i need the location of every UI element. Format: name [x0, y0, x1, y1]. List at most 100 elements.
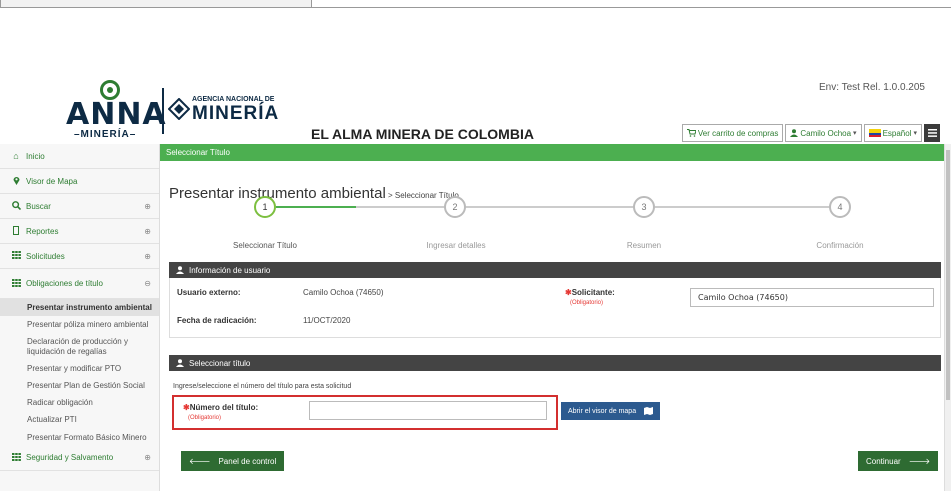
- chevron-down-icon: ▾: [853, 130, 857, 137]
- sidebar-subitem-formato-basico[interactable]: Presentar Formato Básico Minero: [0, 429, 159, 446]
- cart-icon: [686, 129, 696, 137]
- step-2-label: Ingresar detalles: [426, 241, 486, 250]
- menu-button[interactable]: [924, 124, 940, 142]
- sidebar: ⌂ Inicio Visor de Mapa Buscar ⊕ Reportes…: [0, 144, 160, 491]
- sidebar-item-seguridad[interactable]: Seguridad y Salvamento ⊕: [0, 446, 159, 471]
- stepper-line: [356, 206, 456, 208]
- map-pin-icon: [11, 176, 21, 187]
- expand-icon[interactable]: ⊕: [144, 202, 151, 211]
- top-window-fragment: [0, 0, 312, 8]
- sidebar-item-inicio[interactable]: ⌂ Inicio: [0, 144, 159, 169]
- cart-button[interactable]: Ver carrito de compras: [681, 124, 784, 142]
- language-select[interactable]: Español ▾: [863, 124, 922, 142]
- user-menu-label: Camilo Ochoa: [800, 128, 852, 138]
- home-icon: ⌂: [13, 151, 19, 161]
- sidebar-item-label: Buscar: [26, 201, 51, 211]
- stepper-line-done: [276, 206, 356, 208]
- page-scrollbar[interactable]: [944, 144, 951, 491]
- site-slogan: EL ALMA MINERA DE COLOMBIA: [311, 126, 534, 142]
- sidebar-item-label: Seguridad y Salvamento: [26, 453, 114, 463]
- date-value: 11/OCT/2020: [303, 316, 351, 325]
- title-panel: Ingrese/seleccione el número del título …: [169, 371, 941, 431]
- agency-logo-small: AGENCIA NACIONAL DE: [192, 96, 275, 103]
- anna-logo-word: ANNA: [66, 97, 167, 132]
- header-buttons: Ver carrito de compras Camilo Ochoa ▾ Es…: [681, 124, 940, 142]
- expand-icon[interactable]: ⊕: [144, 227, 151, 236]
- wizard-stepper: 1 2 3 4 Seleccionar Título Ingresar deta…: [160, 196, 947, 252]
- colombia-flag-icon: [868, 129, 881, 137]
- chevron-down-icon: ▾: [913, 130, 917, 137]
- anna-logo[interactable]: ANNA –MINERÍA–: [66, 80, 166, 140]
- continue-label: Continuar: [866, 456, 901, 466]
- open-map-viewer-button[interactable]: Abrir el visor de mapa: [561, 402, 661, 420]
- agency-logo: AGENCIA NACIONAL DE MINERÍA: [168, 94, 288, 134]
- scrollbar-thumb[interactable]: [946, 150, 950, 400]
- user-icon: [176, 266, 184, 274]
- user-info-panel-title: Información de usuario: [189, 265, 271, 275]
- sidebar-item-label: Reportes: [26, 226, 59, 236]
- collapse-icon[interactable]: ⊖: [144, 279, 151, 288]
- sidebar-subitem-radicar[interactable]: Radicar obligación: [0, 394, 159, 411]
- title-instruction: Ingrese/seleccione el número del título …: [173, 383, 352, 390]
- step-4-circle: 4: [829, 196, 851, 218]
- expand-icon[interactable]: ⊕: [144, 252, 151, 261]
- expand-icon[interactable]: ⊕: [144, 453, 151, 462]
- document-icon: [11, 225, 21, 237]
- main-content: Seleccionar Título Presentar instrumento…: [160, 144, 951, 491]
- sidebar-subitem-instrumento-ambiental[interactable]: Presentar instrumento ambiental: [0, 299, 159, 317]
- step-3-label: Resumen: [626, 241, 662, 250]
- sidebar-item-label: Solicitudes: [26, 251, 65, 261]
- step-1-label: Seleccionar Título: [233, 241, 297, 250]
- open-map-viewer-label: Abrir el visor de mapa: [568, 407, 637, 415]
- sidebar-item-buscar[interactable]: Buscar ⊕: [0, 194, 159, 219]
- sidebar-item-visor-mapa[interactable]: Visor de Mapa: [0, 169, 159, 194]
- search-icon: [11, 200, 21, 212]
- title-panel-title: Seleccionar título: [189, 358, 251, 368]
- external-user-value: Camilo Ochoa (74650): [303, 288, 384, 297]
- environment-label: Env: Test Rel. 1.0.0.205: [819, 82, 925, 93]
- stepper-line: [465, 206, 635, 208]
- title-number-input[interactable]: [309, 401, 547, 420]
- sidebar-item-reportes[interactable]: Reportes ⊕: [0, 219, 159, 244]
- language-label: Español: [882, 128, 912, 138]
- arrow-right-icon: 🡒: [908, 457, 931, 466]
- user-icon: [176, 359, 184, 367]
- arrow-left-icon: 🡐: [189, 457, 211, 466]
- user-info-panel: Usuario externo: Camilo Ochoa (74650) Fe…: [169, 278, 941, 338]
- date-label: Fecha de radicación:: [177, 316, 257, 325]
- control-panel-label: Panel de control: [218, 456, 277, 466]
- title-panel-header: Seleccionar título: [169, 355, 941, 371]
- grid-icon: [11, 452, 21, 463]
- sidebar-subitem-pti[interactable]: Actualizar PTI: [0, 411, 159, 428]
- requester-field[interactable]: Camilo Ochoa (74650): [690, 288, 934, 307]
- sidebar-item-label: Visor de Mapa: [26, 176, 78, 186]
- sidebar-item-obligaciones[interactable]: Obligaciones de título ⊖: [0, 269, 159, 299]
- title-number-label: ✱Número del título:: [183, 403, 258, 412]
- step-2-circle: 2: [444, 196, 466, 218]
- sidebar-item-solicitudes[interactable]: Solicitudes ⊕: [0, 244, 159, 269]
- user-info-panel-header: Información de usuario: [169, 262, 941, 278]
- top-divider-line: [312, 7, 951, 8]
- sidebar-item-label: Obligaciones de título: [26, 279, 103, 288]
- step-4-label: Confirmación: [816, 241, 864, 250]
- title-number-required-note: (Obligatorio): [188, 415, 222, 421]
- step-3-circle: 3: [633, 196, 655, 218]
- required-star-icon: ✱: [183, 403, 190, 412]
- hamburger-icon: [927, 129, 937, 137]
- logo-divider: [162, 88, 164, 134]
- agency-diamond-icon: [168, 98, 190, 120]
- control-panel-button[interactable]: 🡐 Panel de control: [181, 451, 285, 471]
- section-bar: Seleccionar Título: [160, 144, 947, 161]
- sidebar-subitem-gestion-social[interactable]: Presentar Plan de Gestión Social: [0, 377, 159, 394]
- external-user-label: Usuario externo:: [177, 288, 241, 297]
- required-star-icon: ✱: [565, 288, 572, 297]
- continue-button[interactable]: Continuar 🡒: [858, 451, 939, 471]
- user-menu-button[interactable]: Camilo Ochoa ▾: [785, 124, 862, 142]
- stepper-line: [645, 206, 830, 208]
- sidebar-subitem-declaracion[interactable]: Declaración de producción y liquidación …: [0, 333, 159, 359]
- title-number-label-text: Número del título:: [189, 403, 259, 412]
- sidebar-subitem-poliza[interactable]: Presentar póliza minero ambiental: [0, 316, 159, 333]
- requester-required-note: (Obligatorio): [570, 300, 604, 306]
- sidebar-subitem-pto[interactable]: Presentar y modificar PTO: [0, 360, 159, 377]
- grid-icon: [11, 278, 21, 289]
